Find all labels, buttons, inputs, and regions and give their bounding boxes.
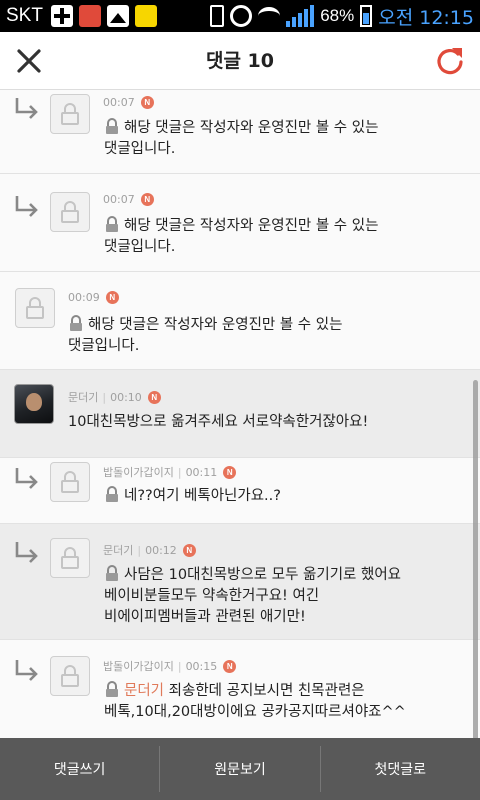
comment-body: 사담은 10대친목방으로 모두 옮기기로 했어요 베이비분들모두 약속한거구요!… bbox=[104, 565, 402, 625]
app-red-icon bbox=[78, 5, 101, 27]
lock-icon bbox=[106, 486, 118, 502]
image-icon bbox=[106, 5, 129, 27]
talk-icon bbox=[134, 5, 157, 27]
comment-body: 문더기 죄송한데 공지보시면 친목관련은 베톡,10대,20대방이에요 공카공지… bbox=[104, 681, 406, 720]
scrollbar[interactable] bbox=[473, 380, 478, 738]
bottom-bar: 댓글쓰기 원문보기 첫댓글로 bbox=[0, 738, 480, 800]
comment-author[interactable]: 문더기 bbox=[103, 542, 133, 558]
view-original-button[interactable]: 원문보기 bbox=[160, 738, 319, 800]
comment-meta: 00:09 N bbox=[68, 291, 119, 304]
avatar bbox=[14, 384, 54, 424]
new-badge: N bbox=[140, 193, 154, 206]
lock-icon bbox=[26, 297, 44, 319]
comment-time: 00:07 bbox=[103, 193, 135, 206]
new-badge: N bbox=[147, 390, 161, 404]
refresh-icon[interactable] bbox=[432, 42, 468, 78]
vibrate-icon bbox=[210, 5, 225, 27]
reply-arrow-icon bbox=[15, 468, 38, 489]
comment-author[interactable]: 문더기 bbox=[68, 389, 98, 405]
avatar bbox=[50, 656, 90, 696]
lock-icon bbox=[61, 103, 79, 125]
reply-arrow-icon bbox=[15, 98, 38, 119]
comment-time: 00:11 bbox=[185, 465, 218, 479]
comment-item[interactable]: 00:07 N 해당 댓글은 작성자와 운영진만 볼 수 있는 댓글입니다. bbox=[0, 90, 480, 174]
battery-percent: 68% bbox=[320, 6, 355, 25]
comment-body: 해당 댓글은 작성자와 운영진만 볼 수 있는 댓글입니다. bbox=[68, 315, 343, 354]
lock-icon bbox=[106, 216, 118, 232]
reply-arrow-icon bbox=[15, 542, 38, 563]
reply-arrow-icon bbox=[15, 196, 38, 217]
page-title: 댓글 10 bbox=[205, 50, 274, 72]
comment-meta: 밥돌이가갑이지 | 00:15 N bbox=[103, 658, 237, 674]
wifi-icon bbox=[258, 7, 281, 25]
avatar bbox=[50, 94, 90, 134]
comment-time: 00:09 bbox=[68, 291, 100, 304]
lock-icon bbox=[61, 547, 79, 569]
lock-icon bbox=[106, 565, 118, 581]
comment-meta: 00:07 N bbox=[103, 193, 154, 206]
comment-item[interactable]: 밥돌이가갑이지 | 00:15 N 문더기 죄송한데 공지보시면 친목관련은 베톡,1… bbox=[0, 640, 480, 738]
comment-time: 00:15 bbox=[185, 659, 218, 673]
new-badge: N bbox=[223, 465, 237, 479]
comment-body: 해당 댓글은 작성자와 운영진만 볼 수 있는 댓글입니다. bbox=[104, 216, 379, 255]
comment-body: 네??여기 베톡아닌가요..? bbox=[104, 486, 281, 507]
lock-icon bbox=[61, 201, 79, 223]
comment-item[interactable]: 문더기 | 00:10 N 10대친목방으로 옮겨주세요 서로약속한거잖아요! bbox=[0, 370, 480, 458]
lock-icon bbox=[61, 665, 79, 687]
mention-link[interactable]: 문더기 bbox=[124, 683, 164, 699]
comment-time: 00:10 bbox=[110, 390, 142, 404]
lock-icon bbox=[61, 471, 79, 493]
lock-icon bbox=[70, 315, 82, 331]
status-bar: SKT 68% 오전 12:15 bbox=[0, 0, 480, 32]
comment-time: 00:12 bbox=[145, 543, 177, 557]
alarm-icon bbox=[230, 5, 253, 27]
new-badge: N bbox=[223, 659, 237, 673]
avatar bbox=[50, 192, 90, 232]
new-badge: N bbox=[140, 96, 154, 109]
new-badge: N bbox=[182, 543, 196, 557]
comment-time: 00:07 bbox=[103, 96, 135, 109]
write-comment-button[interactable]: 댓글쓰기 bbox=[0, 738, 159, 800]
lock-icon bbox=[106, 681, 118, 697]
comment-item[interactable]: 문더기 | 00:12 N 사담은 10대친목방으로 모두 옮기기로 했어요 베이비분… bbox=[0, 524, 480, 640]
comment-meta: 00:07 N bbox=[103, 96, 154, 109]
plus-icon bbox=[50, 5, 73, 27]
comment-meta: 문더기 | 00:12 N bbox=[103, 542, 196, 558]
reply-arrow-icon bbox=[15, 660, 38, 681]
lock-icon bbox=[106, 118, 118, 134]
carrier-label: SKT bbox=[6, 5, 43, 26]
comment-item[interactable]: 00:09 N 해당 댓글은 작성자와 운영진만 볼 수 있는 댓글입니다. bbox=[0, 272, 480, 370]
first-comment-button[interactable]: 첫댓글로 bbox=[321, 738, 480, 800]
comment-list[interactable]: 00:07 N 해당 댓글은 작성자와 운영진만 볼 수 있는 댓글입니다. 00… bbox=[0, 90, 480, 738]
battery-icon bbox=[360, 5, 373, 27]
comment-meta: 문더기 | 00:10 N bbox=[68, 389, 161, 405]
avatar bbox=[50, 462, 90, 502]
signal-icon bbox=[286, 5, 315, 27]
comment-author[interactable]: 밥돌이가갑이지 bbox=[103, 464, 174, 480]
comment-body: 해당 댓글은 작성자와 운영진만 볼 수 있는 댓글입니다. bbox=[104, 118, 379, 157]
comment-body: 10대친목방으로 옮겨주세요 서로약속한거잖아요! bbox=[68, 414, 369, 430]
comment-item[interactable]: 밥돌이가갑이지 | 00:11 N 네??여기 베톡아닌가요..? bbox=[0, 458, 480, 524]
header: 댓글 10 bbox=[0, 32, 480, 90]
clock-time: 오전 12:15 bbox=[378, 6, 474, 29]
avatar bbox=[15, 288, 55, 328]
comment-meta: 밥돌이가갑이지 | 00:11 N bbox=[103, 464, 237, 480]
avatar bbox=[50, 538, 90, 578]
new-badge: N bbox=[105, 291, 119, 304]
comment-author[interactable]: 밥돌이가갑이지 bbox=[103, 658, 174, 674]
comment-item[interactable]: 00:07 N 해당 댓글은 작성자와 운영진만 볼 수 있는 댓글입니다. bbox=[0, 174, 480, 272]
